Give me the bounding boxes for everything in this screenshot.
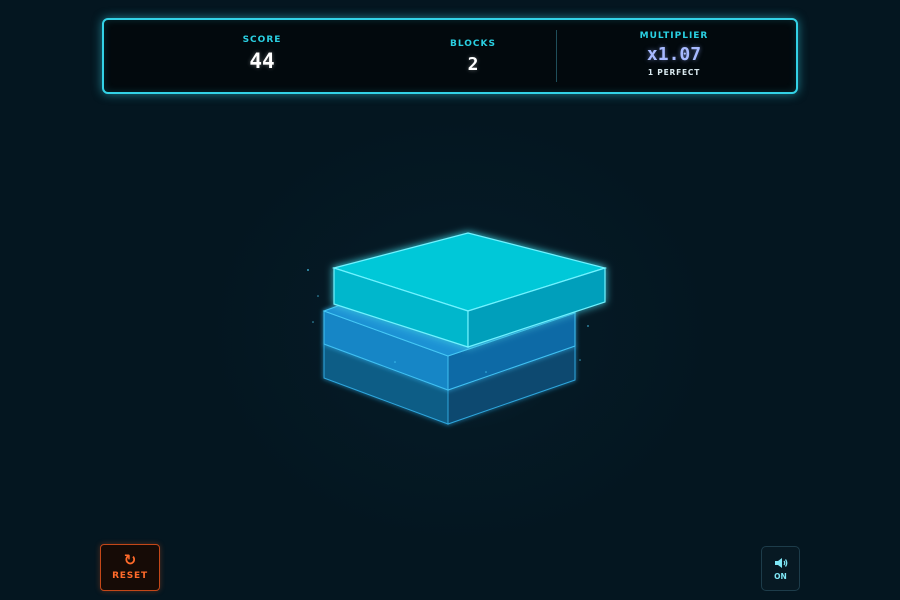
speaker-icon: [774, 558, 787, 568]
reset-label: RESET: [112, 571, 148, 581]
refresh-icon: ↻: [123, 551, 137, 569]
reset-button[interactable]: ↻ RESET: [100, 544, 160, 591]
block-tower[interactable]: [0, 0, 900, 600]
sound-label: ON: [774, 572, 787, 581]
game-stage[interactable]: SCORE 44 BLOCKS 2 MULTIPLIER x1.07 1 PER…: [0, 0, 900, 600]
sound-toggle-button[interactable]: ON: [761, 546, 800, 591]
